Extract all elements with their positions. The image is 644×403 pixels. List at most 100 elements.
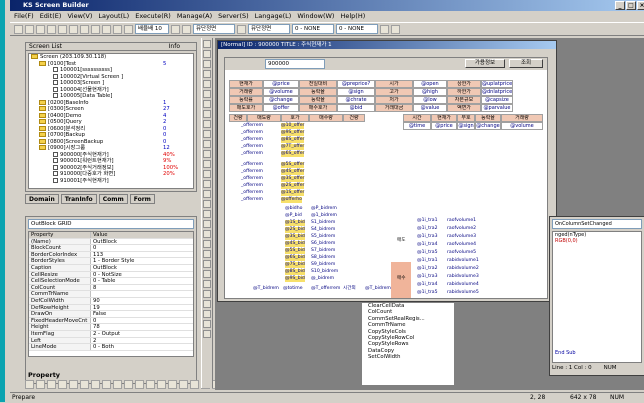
- control-tool-icon[interactable]: [203, 80, 211, 88]
- field-binding[interactable]: @uplatprice: [481, 80, 513, 88]
- control-tool-icon[interactable]: [203, 270, 211, 278]
- grid2-header[interactable]: 등락율: [475, 114, 501, 122]
- field-label[interactable]: 거래량: [229, 88, 263, 96]
- field-binding[interactable]: @value: [413, 104, 447, 112]
- offer-rem[interactable]: _offerrem: [241, 144, 263, 150]
- grid2-header[interactable]: 현재가: [431, 114, 457, 122]
- bottom-tool-icon[interactable]: [58, 380, 67, 389]
- font-select-2[interactable]: 뮤단정면: [248, 24, 290, 34]
- offer-rem[interactable]: _offerrem: [241, 197, 263, 203]
- tab-comm[interactable]: Comm: [98, 194, 128, 204]
- menu-help[interactable]: Help(H): [340, 11, 365, 22]
- field-label[interactable]: 액면가: [447, 104, 481, 112]
- control-tool-icon[interactable]: [203, 50, 211, 58]
- field-label[interactable]: 매도호가: [229, 104, 263, 112]
- field-label[interactable]: 고가: [375, 88, 413, 96]
- cut-icon[interactable]: [47, 24, 56, 34]
- paste-icon[interactable]: [69, 24, 78, 34]
- field-binding[interactable]: @bid: [337, 104, 375, 112]
- bottom-tool-icon[interactable]: [102, 380, 111, 389]
- bid-price[interactable]: @8S_bid: [285, 269, 305, 275]
- offer-price[interactable]: @1S_offer: [281, 190, 305, 196]
- menu-language[interactable]: Langage(L): [255, 11, 292, 22]
- open-icon[interactable]: [25, 24, 34, 34]
- offer-rem[interactable]: _offerrem: [241, 176, 263, 182]
- box-icon[interactable]: [237, 24, 246, 34]
- search-button[interactable]: 조회: [509, 59, 543, 68]
- field-label[interactable]: 시가: [375, 80, 413, 88]
- field-binding[interactable]: @low: [413, 96, 447, 104]
- font-select[interactable]: 뮤단정면: [193, 24, 235, 34]
- offer-price[interactable]: @5S_offer: [281, 162, 305, 168]
- control-tool-icon[interactable]: [203, 130, 211, 138]
- bottom-tool-icon[interactable]: [80, 380, 89, 389]
- event-list[interactable]: ClearCellData ColCount CommSetRealRegis...…: [361, 302, 455, 386]
- property-value[interactable]: [91, 291, 193, 297]
- color-icon[interactable]: [380, 24, 389, 34]
- menu-manage[interactable]: Manage(A): [177, 11, 212, 22]
- footer-cell[interactable]: @T_bidrem: [253, 286, 279, 292]
- field-binding[interactable]: @preprice?: [337, 80, 375, 88]
- property-row[interactable]: LineMode 0 - Both: [29, 344, 193, 351]
- property-row[interactable]: (Name) OutBlock: [29, 238, 193, 246]
- bid-rem[interactable]: S6_bidrem: [311, 241, 335, 247]
- bottom-tool-icon[interactable]: [124, 380, 133, 389]
- grid2-header[interactable]: 거래량: [501, 114, 543, 122]
- control-tool-icon[interactable]: [203, 310, 211, 318]
- grid-header[interactable]: 건량: [229, 114, 247, 122]
- minimize-button[interactable]: _: [615, 1, 625, 10]
- align-icon[interactable]: [124, 24, 133, 34]
- menu-edit[interactable]: Edit(E): [40, 11, 62, 22]
- field-label[interactable]: 등락율: [299, 88, 337, 96]
- buy-volume[interactable]: rabidvolume4: [447, 282, 479, 288]
- sell-volume[interactable]: raofvolume2: [447, 226, 476, 232]
- field-label[interactable]: 거래대금: [375, 104, 413, 112]
- control-tool-icon[interactable]: [203, 40, 211, 48]
- bottom-tool-icon[interactable]: [91, 380, 100, 389]
- property-value[interactable]: 8: [91, 285, 193, 291]
- bottom-tool-icon[interactable]: [25, 380, 34, 389]
- grid2-binding[interactable]: @sign: [457, 122, 475, 130]
- bid-rem[interactable]: S10_bidrem: [311, 269, 338, 275]
- bid-rem[interactable]: @_bidrem: [311, 276, 334, 282]
- field-binding[interactable]: @open: [413, 80, 447, 88]
- property-row[interactable]: BlockCount 0: [29, 245, 193, 252]
- field-binding[interactable]: @offer: [263, 104, 299, 112]
- buy-trade[interactable]: @1i_tra2: [417, 266, 438, 272]
- control-tool-icon[interactable]: [203, 70, 211, 78]
- sell-trade[interactable]: @1i_tra5: [417, 250, 438, 256]
- sell-trade[interactable]: @1i_tra4: [417, 242, 438, 248]
- property-value[interactable]: 2: [91, 338, 193, 344]
- property-value[interactable]: 0 - NotSize: [91, 272, 193, 278]
- control-tool-icon[interactable]: [203, 180, 211, 188]
- footer-cell[interactable]: 시간외: [343, 286, 356, 292]
- control-tool-icon[interactable]: [203, 260, 211, 268]
- bold-icon[interactable]: [171, 24, 180, 34]
- grid2-binding[interactable]: @price: [431, 122, 457, 130]
- property-value[interactable]: 19: [91, 305, 193, 311]
- field-label[interactable]: 등락률: [229, 96, 263, 104]
- run-icon[interactable]: [102, 24, 111, 34]
- event-select[interactable]: OnColumnSetChanged: [552, 219, 642, 229]
- screen-tree[interactable]: Screen (203.109.30.118) [0100]Test 5 100001…: [28, 53, 194, 189]
- code-editor[interactable]: nged(nType) RGB(0,0) End Sub: [552, 231, 642, 363]
- bid-price[interactable]: @2S_bid: [285, 227, 305, 233]
- bid-rem[interactable]: S7_bidrem: [311, 248, 335, 254]
- offer-price[interactable]: @9S_offer: [281, 130, 305, 136]
- bid-price[interactable]: @9S_bid: [285, 276, 305, 282]
- bid-price[interactable]: @4S_bid: [285, 241, 305, 247]
- control-tool-icon[interactable]: [203, 240, 211, 248]
- event-item[interactable]: SetColWidth: [362, 354, 454, 360]
- bottom-tool-icon[interactable]: [69, 380, 78, 389]
- control-tool-icon[interactable]: [203, 140, 211, 148]
- buy-trade[interactable]: @1i_tra4: [417, 282, 438, 288]
- control-tool-icon[interactable]: [203, 170, 211, 178]
- property-row[interactable]: BorderColorIndex 113: [29, 251, 193, 259]
- undo-icon[interactable]: [80, 24, 89, 34]
- italic-icon[interactable]: [182, 24, 191, 34]
- field-label[interactable]: 저가: [375, 96, 413, 104]
- property-value[interactable]: 0: [91, 318, 193, 324]
- property-row[interactable]: Left 2: [29, 337, 193, 345]
- buy-trade[interactable]: @1i_tra5: [417, 290, 438, 296]
- grid-header[interactable]: 매수량: [309, 114, 343, 122]
